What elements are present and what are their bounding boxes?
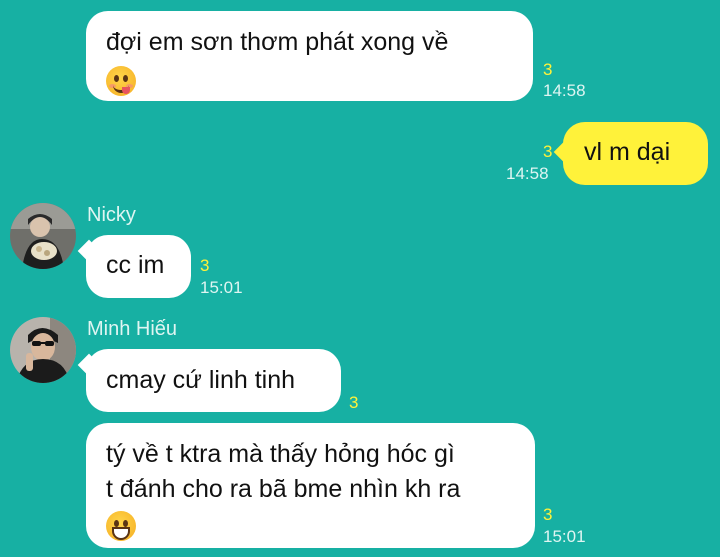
sender-name: Minh Hiếu <box>87 318 178 340</box>
yum-face-icon <box>106 66 136 97</box>
message-bubble[interactable]: tý về t ktra mà thấy hỏng hóc gì t đánh … <box>86 423 535 548</box>
timestamp: 15:01 <box>200 278 243 297</box>
message-text: t đánh cho ra bã bme nhìn kh ra <box>106 475 461 503</box>
message-text: đợi em sơn thơm phát xong về <box>106 28 449 56</box>
message-bubble[interactable]: vl m dại <box>553 122 708 185</box>
message-bubble[interactable]: cmay cứ linh tinh <box>77 349 341 412</box>
avatar-minh-hieu[interactable] <box>10 317 76 383</box>
message-text: tý về t ktra mà thấy hỏng hóc gì <box>106 440 455 468</box>
read-count: 3 <box>543 505 553 524</box>
timestamp: 14:58 <box>506 164 549 183</box>
message-text: cc im <box>106 251 165 279</box>
timestamp: 15:01 <box>543 527 586 546</box>
read-count: 3 <box>543 60 553 79</box>
chat-view[interactable]: đợi em sơn thơm phát xong về 3 14:58 3 1… <box>0 0 720 557</box>
timestamp: 14:58 <box>543 81 586 100</box>
avatar-nicky[interactable] <box>10 203 76 269</box>
message-bubble[interactable]: đợi em sơn thơm phát xong về <box>86 11 533 101</box>
message-text: cmay cứ linh tinh <box>106 366 296 394</box>
message-text: vl m dại <box>584 138 671 166</box>
read-count: 3 <box>543 142 553 161</box>
message-bubble[interactable]: cc im <box>77 235 191 298</box>
sender-name: Nicky <box>87 204 136 226</box>
read-count: 3 <box>349 393 359 412</box>
grinning-face-icon <box>106 511 136 542</box>
read-count: 3 <box>200 256 210 275</box>
